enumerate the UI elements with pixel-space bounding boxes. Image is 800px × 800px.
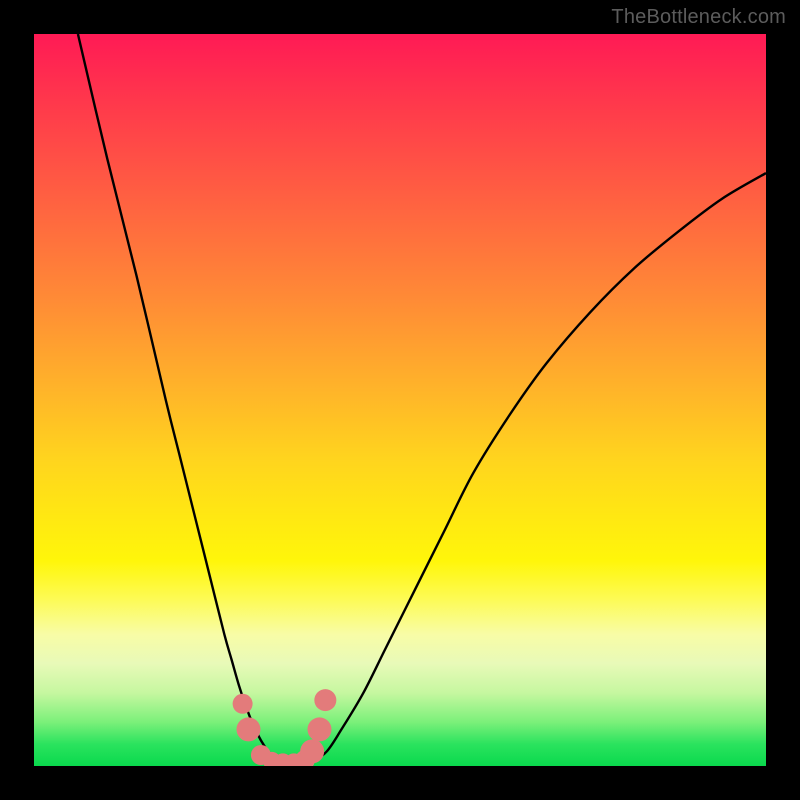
curve-left-branch (78, 34, 283, 762)
curve-right-branch (312, 173, 766, 762)
watermark-text: TheBottleneck.com (611, 6, 786, 29)
chart-frame: TheBottleneck.com (0, 0, 800, 800)
valley-marker (236, 717, 260, 741)
valley-marker (300, 739, 324, 763)
curves-svg (34, 34, 766, 766)
plot-area (34, 34, 766, 766)
valley-marker (233, 694, 253, 714)
valley-markers (233, 689, 337, 766)
valley-marker (314, 689, 336, 711)
valley-marker (307, 717, 331, 741)
